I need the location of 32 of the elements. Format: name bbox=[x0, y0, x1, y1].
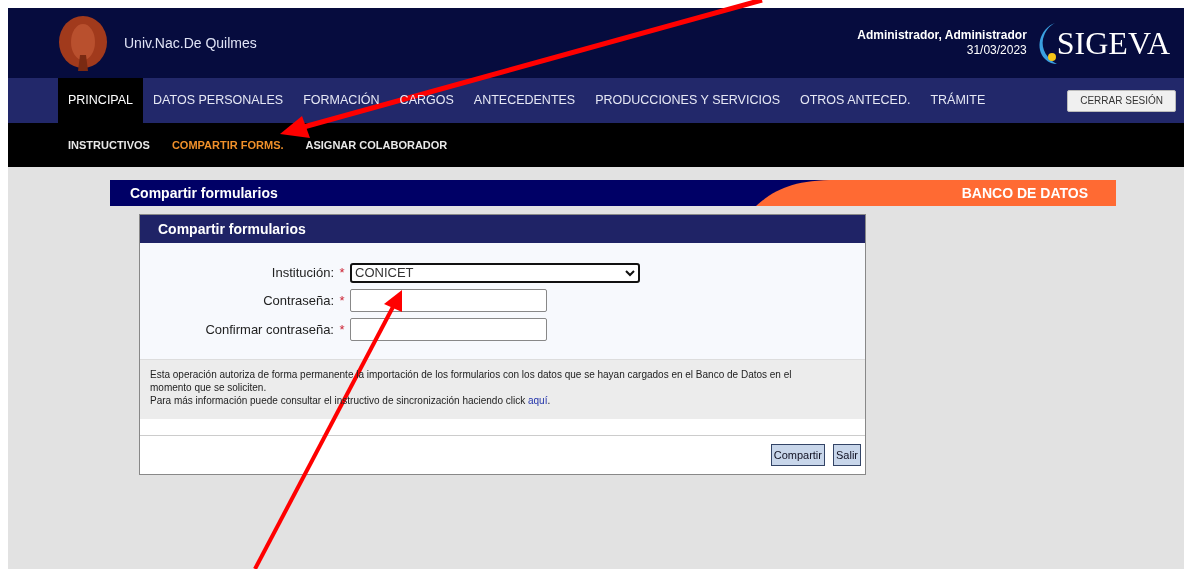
user-name: Administrador, Administrador bbox=[857, 28, 1027, 43]
subnav-link[interactable]: ASIGNAR COLABORADOR bbox=[305, 136, 448, 154]
required-mark: * bbox=[338, 291, 346, 310]
required-mark: * bbox=[338, 320, 346, 339]
institution-name: Univ.Nac.De Quilmes bbox=[124, 33, 257, 53]
nav-tab[interactable]: OTROS ANTECED. bbox=[790, 78, 921, 123]
subnav-link[interactable]: INSTRUCTIVOS bbox=[68, 136, 150, 154]
banner-title: Compartir formularios bbox=[130, 183, 278, 203]
caret-icon bbox=[625, 269, 635, 277]
field-label: Contraseña: bbox=[262, 291, 334, 310]
panel-title: Compartir formularios bbox=[158, 219, 306, 239]
nav-tab[interactable]: CARGOS bbox=[389, 78, 464, 123]
brand-name: SIGEVA bbox=[1056, 24, 1170, 63]
university-logo bbox=[58, 15, 108, 71]
field-label: Confirmar contraseña: bbox=[204, 320, 334, 339]
nav-tab[interactable]: FORMACIÓN bbox=[293, 78, 390, 123]
current-date: 31/03/2023 bbox=[966, 43, 1027, 58]
required-mark: * bbox=[338, 264, 346, 283]
nav-tab[interactable]: PRINCIPAL bbox=[58, 78, 144, 123]
subnav-link[interactable]: COMPARTIR FORMS. bbox=[171, 136, 284, 154]
field-label: Institución: bbox=[270, 264, 334, 283]
nav-tab[interactable]: PRODUCCIONES Y SERVICIOS bbox=[585, 78, 790, 123]
nav-tab[interactable]: ANTECEDENTES bbox=[463, 78, 586, 123]
institution-select[interactable]: CONICET bbox=[350, 263, 640, 283]
section-label: BANCO DE DATOS bbox=[961, 183, 1088, 203]
nav-tab[interactable]: DATOS PERSONALES bbox=[143, 78, 294, 123]
nav-tab[interactable]: TRÁMITE bbox=[920, 78, 996, 123]
action-button[interactable]: Compartir bbox=[770, 444, 825, 466]
logout-button[interactable]: CERRAR SESIÓN bbox=[1067, 89, 1176, 112]
password-field[interactable] bbox=[350, 289, 547, 312]
password-field[interactable] bbox=[350, 318, 547, 341]
action-button[interactable]: Salir bbox=[833, 444, 861, 466]
